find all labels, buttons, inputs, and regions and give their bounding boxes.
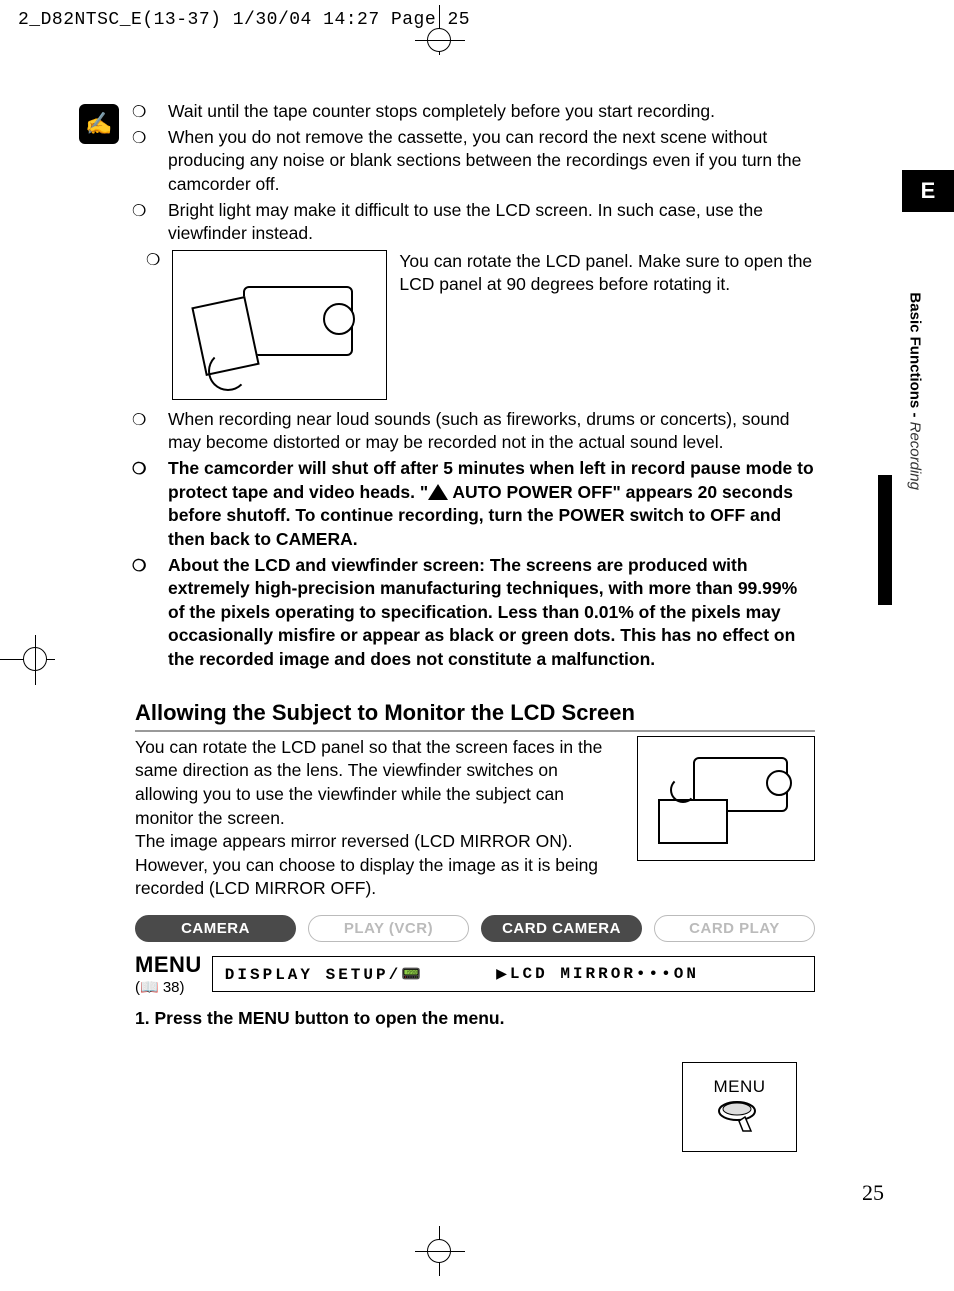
warning-icon [428,484,448,500]
mode-card-camera: CARD CAMERA [481,915,642,942]
press-icon [715,1097,765,1137]
side-section-label: Basic Functions - Recording [907,292,924,490]
note-4-caption: You can rotate the LCD panel. Make sure … [399,250,815,297]
mode-play-vcr: PLAY (VCR) [308,915,469,942]
mode-card-play: CARD PLAY [654,915,815,942]
notes-block: ❍Wait until the tape counter stops compl… [135,100,815,672]
menu-ref: (📖 38) [135,978,202,996]
menu-path-2: LCD MIRROR•••ON [510,965,699,983]
side-section-bold: Basic Functions - [907,292,924,417]
menu-button-label: MENU [713,1077,765,1097]
side-marker [878,475,892,605]
side-section-italic: Recording [907,422,924,490]
camcorder-rotate-figure [172,250,387,400]
mode-camera: CAMERA [135,915,296,942]
mirror-text: You can rotate the LCD panel so that the… [135,736,619,901]
crop-mark-top [420,15,460,55]
page: 2_D82NTSC_E(13-37) 1/30/04 14:27 Page 25… [0,0,954,1291]
menu-chevron-icon: ▶ [496,963,510,985]
mirror-block: You can rotate the LCD panel so that the… [135,736,815,901]
camcorder-mirror-figure [637,736,815,861]
mode-indicator-row: CAMERA PLAY (VCR) CARD CAMERA CARD PLAY [135,915,815,942]
print-slug: 2_D82NTSC_E(13-37) 1/30/04 14:27 Page 25 [18,10,470,30]
menu-button-figure: MENU [682,1062,797,1152]
note-2: ❍When you do not remove the cassette, yo… [150,126,815,197]
note-4-row: ❍ You can rotate the LCD panel. Make sur… [146,250,815,400]
language-tab-e: E [902,170,954,212]
note-7: ❍About the LCD and viewfinder screen: Th… [150,554,815,672]
note-5: ❍When recording near loud sounds (such a… [150,408,815,455]
content-area: ✍ ❍Wait until the tape counter stops com… [135,100,815,1029]
menu-label: MENU [135,952,202,978]
note-6: ❍The camcorder will shut off after 5 min… [150,457,815,552]
crop-mark-bottom [420,1231,460,1271]
page-number: 25 [862,1180,884,1206]
menu-label-block: MENU (📖 38) [135,952,202,996]
menu-path-row: MENU (📖 38) DISPLAY SETUP/📟 ▶ LCD MIRROR… [135,952,815,996]
crop-mark-left [0,640,40,680]
notes-icon: ✍ [79,104,119,144]
step-1: 1. Press the MENU button to open the men… [135,1008,815,1029]
note-3: ❍Bright light may make it difficult to u… [150,199,815,246]
section-title: Allowing the Subject to Monitor the LCD … [135,700,815,732]
menu-path-box: DISPLAY SETUP/📟 ▶ LCD MIRROR•••ON [212,956,815,992]
menu-path-1: DISPLAY SETUP/📟 [225,964,496,984]
note-1: ❍Wait until the tape counter stops compl… [150,100,815,124]
